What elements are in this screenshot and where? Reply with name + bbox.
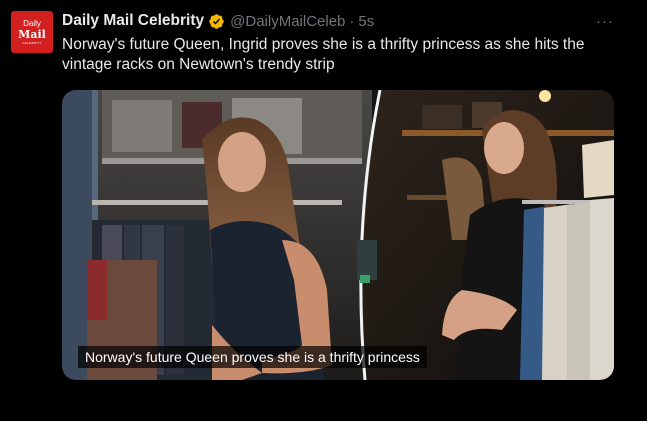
video-media[interactable]: Norway's future Queen proves she is a th… (62, 90, 614, 380)
avatar-text-celebrity: CELEBRITY (22, 40, 42, 45)
tweet-text: Norway's future Queen, Ingrid proves she… (62, 36, 585, 73)
video-caption: Norway's future Queen proves she is a th… (78, 346, 427, 368)
separator-dot: · (349, 12, 355, 30)
tweet-card[interactable]: Daily Mail CELEBRITY Daily Mail Celebrit… (0, 0, 647, 421)
handle[interactable]: @DailyMailCeleb (230, 13, 345, 30)
avatar[interactable]: Daily Mail CELEBRITY (11, 11, 53, 53)
avatar-text-mail: Mail (18, 27, 46, 41)
media-frame-image (62, 90, 614, 380)
timestamp[interactable]: 5s (358, 13, 374, 30)
display-name[interactable]: Daily Mail Celebrity (62, 12, 204, 30)
more-options-icon[interactable]: ··· (596, 13, 614, 30)
tweet-header: Daily Mail Celebrity @DailyMailCeleb · 5… (62, 12, 374, 30)
verified-badge-icon[interactable] (208, 13, 225, 30)
avatar-text-daily: Daily (23, 18, 41, 28)
